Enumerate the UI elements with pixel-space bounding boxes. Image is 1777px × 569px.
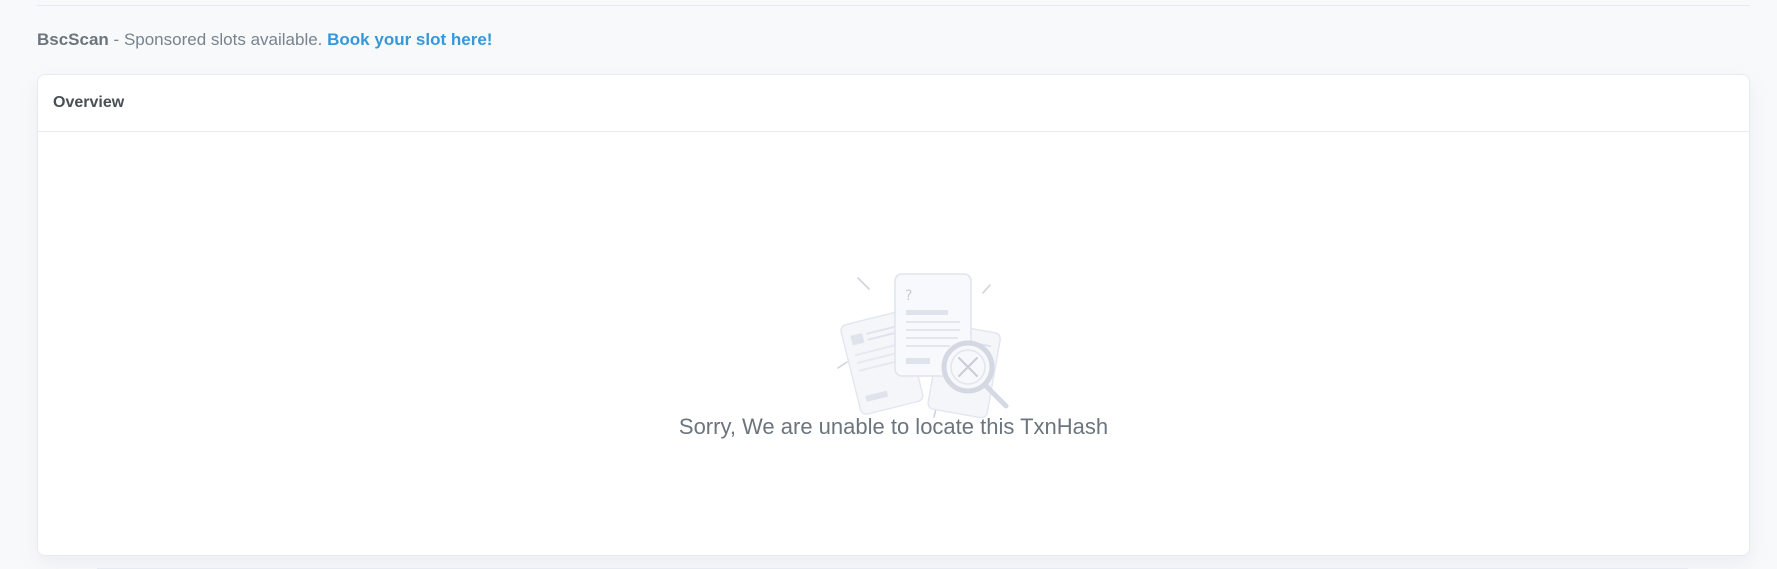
sponsor-text: Sponsored slots available.	[123, 30, 323, 49]
document-search-not-found-icon: ?	[837, 273, 1009, 419]
sparkle-line	[857, 277, 870, 290]
book-slot-link[interactable]: Book your slot here!	[327, 30, 492, 49]
card-body: ? Sorry, We are unable to locate this Tx…	[38, 132, 1749, 569]
sparkle-line	[837, 361, 848, 369]
card-title: Overview	[53, 94, 125, 111]
top-divider	[37, 5, 1750, 6]
sponsor-bar: BscScan - Sponsored slots available. Boo…	[37, 28, 492, 52]
overview-card: Overview ? Sorry, We are unable to locat…	[37, 74, 1750, 569]
sparkle-line	[982, 284, 991, 294]
card-header: Overview	[38, 75, 1749, 132]
not-found-message: Sorry, We are unable to locate this TxnH…	[678, 414, 1109, 439]
sponsor-separator: -	[108, 30, 124, 49]
question-glyph: ?	[905, 288, 912, 304]
sponsor-brand: BscScan	[37, 30, 109, 49]
